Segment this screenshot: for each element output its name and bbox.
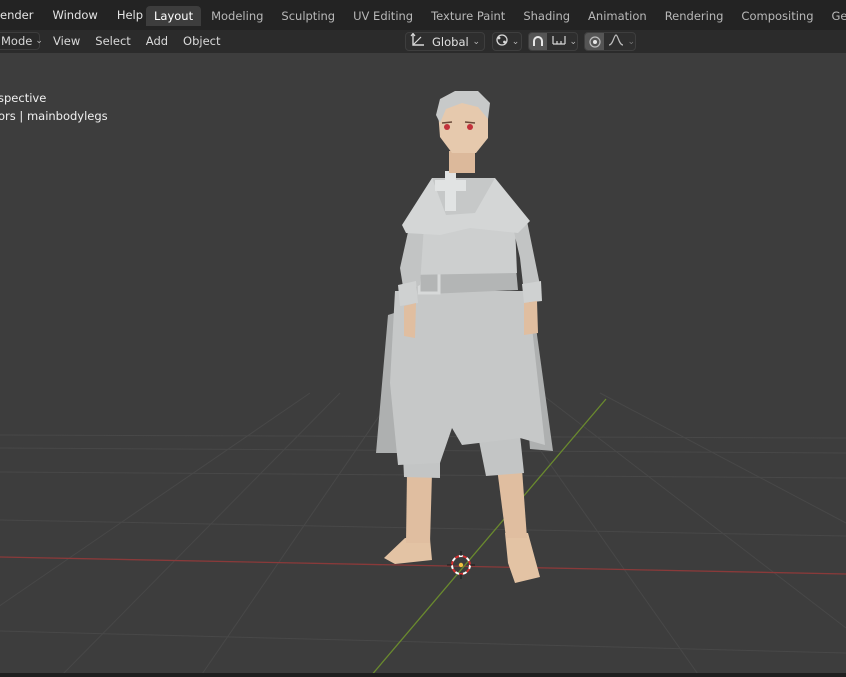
viewport-menu: View Select Add Object: [53, 34, 236, 48]
tab-texture-paint[interactable]: Texture Paint: [423, 6, 513, 26]
tab-layout[interactable]: Layout: [146, 6, 202, 26]
3d-viewport[interactable]: spective ors | mainbodylegs: [0, 53, 846, 677]
proportional-editing-controls: ⌄: [584, 32, 636, 51]
falloff-curve-icon[interactable]: [608, 34, 624, 49]
viewport-bottom-border: [0, 673, 846, 677]
viewport-scene: [0, 91, 846, 677]
mode-label: Mode: [1, 34, 33, 48]
tab-shading[interactable]: Shading: [515, 6, 578, 26]
view-perspective-label: spective: [0, 91, 47, 105]
active-object-label: ors | mainbodylegs: [0, 109, 108, 123]
menu-window[interactable]: Window: [52, 8, 97, 22]
tab-modeling[interactable]: Modeling: [203, 6, 271, 26]
transform-orientation-icon: [410, 32, 426, 50]
snap-magnet-icon[interactable]: [529, 33, 548, 50]
transform-orientation-select[interactable]: Global ⌄: [405, 32, 485, 51]
proportional-editing-icon[interactable]: [585, 33, 605, 50]
menu-add[interactable]: Add: [146, 34, 168, 48]
tab-geometry[interactable]: Geomet: [824, 6, 846, 26]
menu-object[interactable]: Object: [183, 34, 220, 48]
snap-increment-icon[interactable]: [552, 34, 567, 49]
tab-compositing[interactable]: Compositing: [733, 6, 821, 26]
pivot-point-icon: [495, 33, 509, 50]
mode-select[interactable]: Mode ⌄: [0, 32, 43, 50]
tab-sculpting[interactable]: Sculpting: [273, 6, 343, 26]
viewport-info-overlay: spective ors | mainbodylegs: [0, 89, 108, 125]
menu-view[interactable]: View: [53, 34, 80, 48]
menu-render[interactable]: ender: [0, 8, 33, 22]
snap-controls: ⌄: [528, 32, 578, 51]
3d-cursor-icon[interactable]: [447, 551, 475, 579]
chevron-down-icon: ⌄: [511, 36, 520, 47]
chevron-down-icon[interactable]: ⌄: [627, 37, 635, 47]
viewport-header: Mode ⌄ View Select Add Object Global ⌄ ⌄…: [0, 30, 846, 53]
top-bar: ender Window Help Layout Modeling Sculpt…: [0, 0, 846, 30]
chevron-down-icon[interactable]: ⌄: [569, 37, 577, 47]
main-menu: ender Window Help: [0, 8, 162, 22]
chevron-down-icon: ⌄: [472, 36, 480, 47]
menu-help[interactable]: Help: [117, 8, 143, 22]
menu-select[interactable]: Select: [95, 34, 130, 48]
tab-rendering[interactable]: Rendering: [657, 6, 732, 26]
tab-animation[interactable]: Animation: [580, 6, 655, 26]
character-model[interactable]: [376, 91, 553, 583]
workspace-tabs: Layout Modeling Sculpting UV Editing Tex…: [146, 6, 846, 26]
tab-uv-editing[interactable]: UV Editing: [345, 6, 421, 26]
pivot-point-select[interactable]: ⌄: [492, 32, 522, 51]
orientation-label: Global: [432, 34, 469, 49]
chevron-down-icon: ⌄: [35, 36, 43, 46]
